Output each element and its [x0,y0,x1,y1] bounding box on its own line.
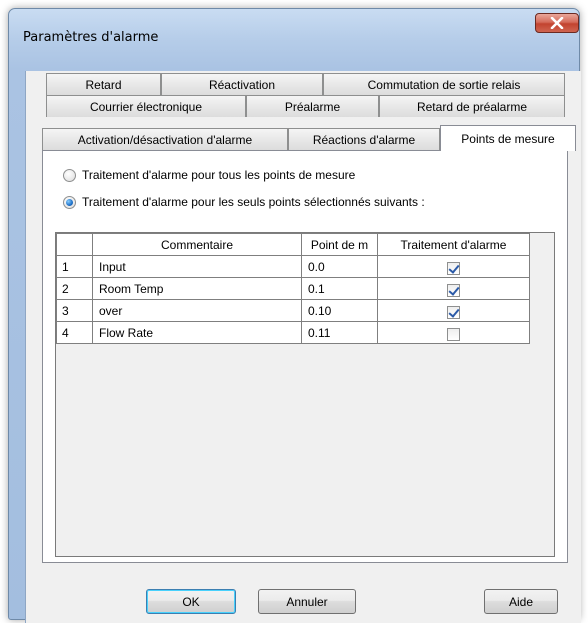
tab-prealarme[interactable]: Préalarme [246,95,379,117]
alarm-checkbox[interactable] [447,283,460,297]
cell-traitement-alarme [377,255,530,278]
row-number: 4 [56,321,93,344]
column-header-point-de-mesure[interactable]: Point de m [301,233,378,256]
tab-courrier-electronique[interactable]: Courrier électronique [46,95,246,117]
cell-traitement-alarme [377,321,530,344]
dialog-window: Paramètres d'alarme Retard Réactivation … [8,8,581,623]
column-header-commentaire[interactable]: Commentaire [92,233,302,256]
radio-all-points[interactable]: Traitement d'alarme pour tous les points… [63,168,355,182]
cell-point-de-mesure[interactable]: 0.1 [301,277,378,300]
table-header-row: Commentaire Point de m Traitement d'alar… [56,233,530,256]
alarm-checkbox[interactable] [447,305,460,319]
cell-commentaire[interactable]: Input [92,255,302,278]
cell-commentaire[interactable]: Flow Rate [92,321,302,344]
tab-reactivation[interactable]: Réactivation [161,73,323,95]
cell-commentaire[interactable]: Room Temp [92,277,302,300]
cell-traitement-alarme [377,277,530,300]
table-row[interactable]: 2 Room Temp 0.1 [56,277,530,300]
radio-selected-points-label: Traitement d'alarme pour les seuls point… [82,195,425,209]
row-number: 1 [56,255,93,278]
cell-point-de-mesure[interactable]: 0.10 [301,299,378,322]
cell-point-de-mesure[interactable]: 0.0 [301,255,378,278]
close-icon [550,17,564,29]
cell-commentaire[interactable]: over [92,299,302,322]
tab-reactions-alarme[interactable]: Réactions d'alarme [288,128,440,150]
tab-activation-desactivation[interactable]: Activation/désactivation d'alarme [42,128,288,150]
table-row[interactable]: 1 Input 0.0 [56,255,530,278]
radio-all-points-label: Traitement d'alarme pour tous les points… [82,168,356,182]
cell-traitement-alarme [377,299,530,322]
row-number: 3 [56,299,93,322]
alarm-checkbox[interactable] [447,327,460,341]
close-button[interactable] [535,13,579,33]
row-number: 2 [56,277,93,300]
tab-retard[interactable]: Retard [46,73,161,95]
tab-panel-points-de-mesure: Traitement d'alarme pour tous les points… [42,150,568,563]
radio-selected-points[interactable]: Traitement d'alarme pour les seuls point… [63,195,425,209]
cell-point-de-mesure[interactable]: 0.11 [301,321,378,344]
measurement-points-table: Commentaire Point de m Traitement d'alar… [56,233,530,344]
dialog-client-area: Retard Réactivation Commutation de sorti… [25,71,581,623]
alarm-checkbox[interactable] [447,261,460,275]
tab-commutation-sortie-relais[interactable]: Commutation de sortie relais [323,73,565,95]
table-row[interactable]: 4 Flow Rate 0.11 [56,321,530,344]
tab-points-de-mesure[interactable]: Points de mesure [440,125,576,151]
column-header-traitement-alarme[interactable]: Traitement d'alarme [377,233,530,256]
cancel-button[interactable]: Annuler [258,589,356,614]
measurement-points-grid[interactable]: Commentaire Point de m Traitement d'alar… [55,232,555,557]
table-row[interactable]: 3 over 0.10 [56,299,530,322]
help-button[interactable]: Aide [484,589,558,614]
radio-button-unselected[interactable] [63,168,76,182]
row-header-corner [56,233,93,256]
ok-button[interactable]: OK [146,589,236,614]
window-title: Paramètres d'alarme [23,30,159,45]
radio-button-selected[interactable] [63,195,76,209]
tab-retard-prealarme[interactable]: Retard de préalarme [379,95,565,117]
